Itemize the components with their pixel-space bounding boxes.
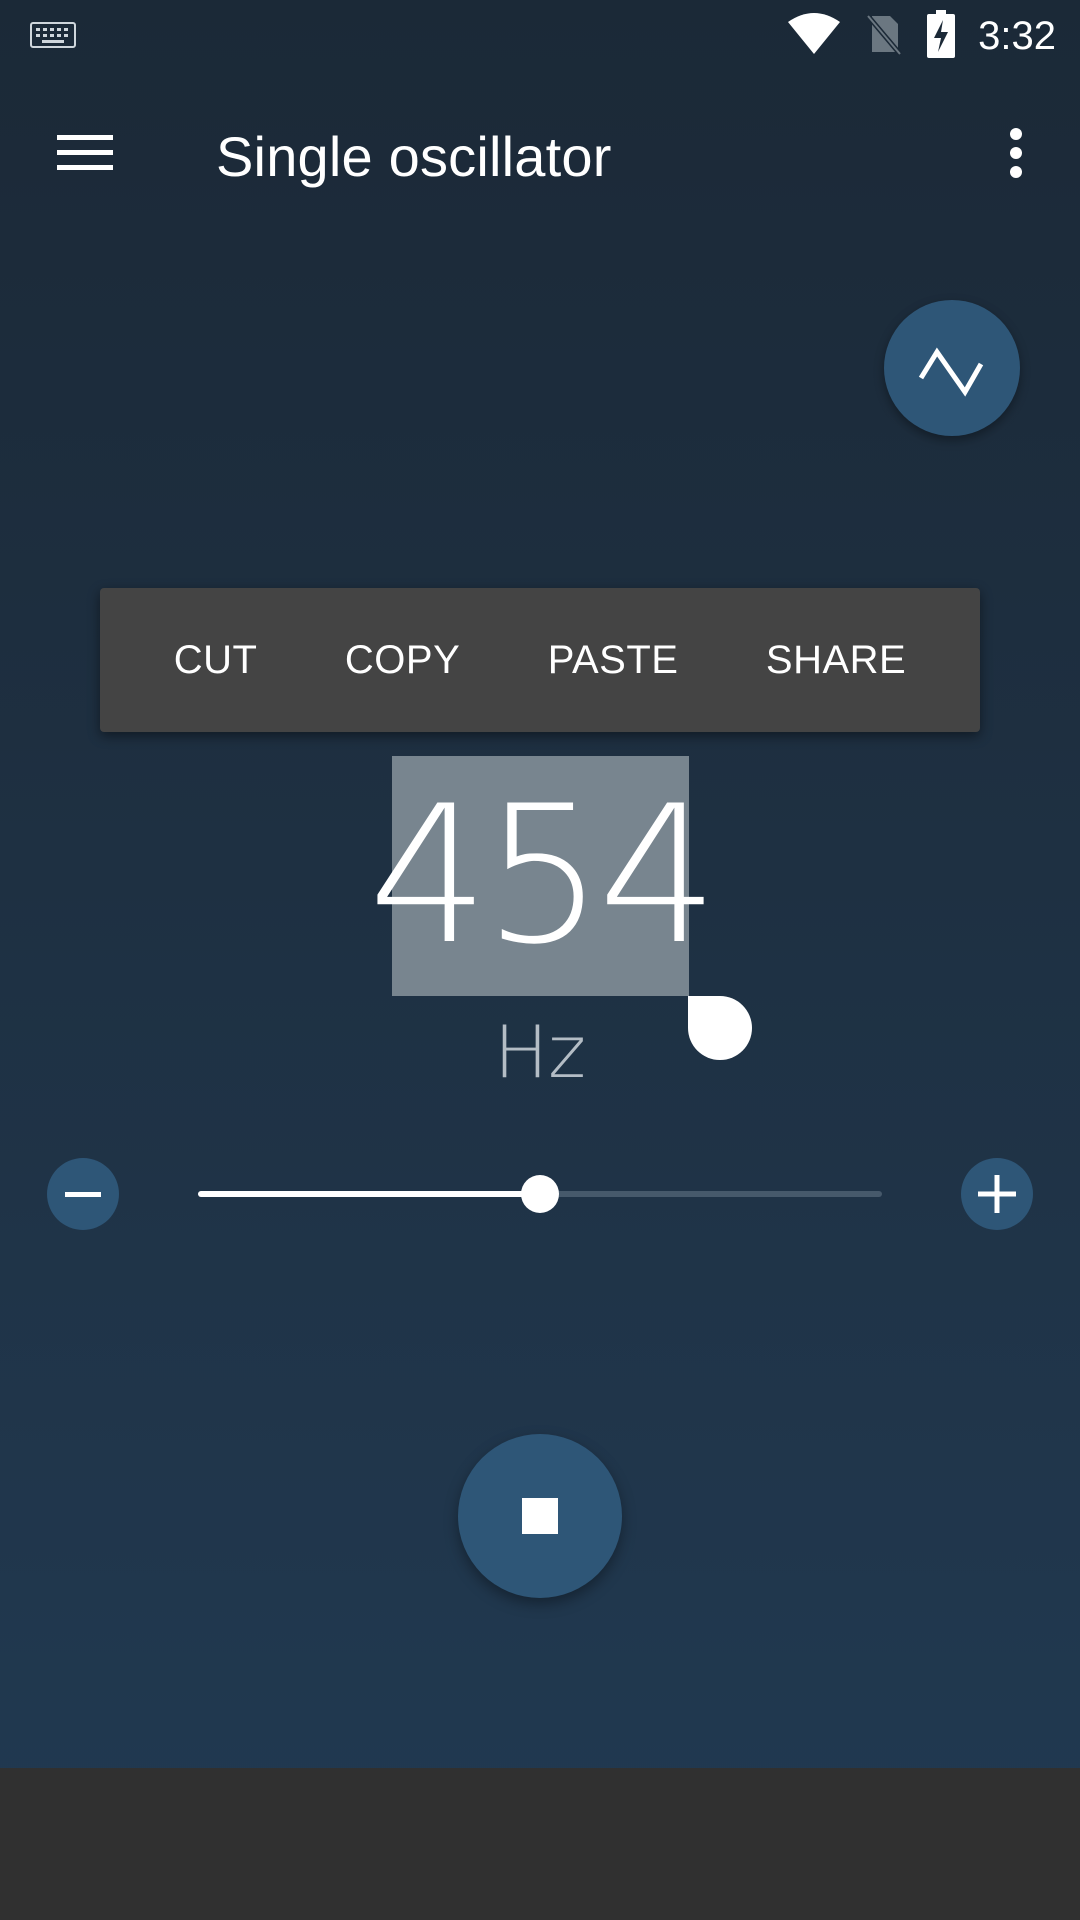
wifi-icon: [786, 12, 842, 61]
increase-frequency-button[interactable]: [961, 1158, 1033, 1230]
plus-icon: [978, 1175, 1016, 1213]
share-menu-item[interactable]: SHARE: [752, 628, 920, 693]
page-title: Single oscillator: [216, 125, 612, 188]
frequency-input[interactable]: 454: [368, 756, 719, 996]
cut-menu-item[interactable]: CUT: [160, 628, 272, 693]
battery-charging-icon: [926, 9, 956, 63]
more-vert-icon[interactable]: [986, 118, 1046, 188]
status-time: 3:32: [978, 13, 1056, 58]
selection-handle[interactable]: [688, 996, 752, 1060]
no-sim-icon: [864, 12, 904, 61]
frequency-unit: Hz: [494, 1010, 586, 1094]
decrease-frequency-button[interactable]: [47, 1158, 119, 1230]
text-selection-menu: CUT COPY PASTE SHARE: [100, 588, 980, 732]
frequency-value: 454: [368, 765, 719, 986]
triangle-wave-icon: [918, 347, 984, 397]
bottom-panel: [0, 1768, 1080, 1920]
stop-icon: [522, 1498, 558, 1534]
minus-icon: [65, 1192, 101, 1197]
app-bar: Single oscillator: [0, 72, 1080, 242]
keyboard-icon: [30, 22, 76, 48]
waveform-button[interactable]: [884, 300, 1020, 436]
slider-fill: [198, 1191, 540, 1197]
slider-thumb[interactable]: [521, 1175, 559, 1213]
stop-button[interactable]: [458, 1434, 622, 1598]
copy-menu-item[interactable]: COPY: [331, 628, 474, 693]
hamburger-menu-icon[interactable]: [40, 118, 130, 188]
frequency-slider[interactable]: [198, 1175, 882, 1213]
status-bar: 3:32: [0, 0, 1080, 72]
paste-menu-item[interactable]: PASTE: [534, 628, 693, 693]
